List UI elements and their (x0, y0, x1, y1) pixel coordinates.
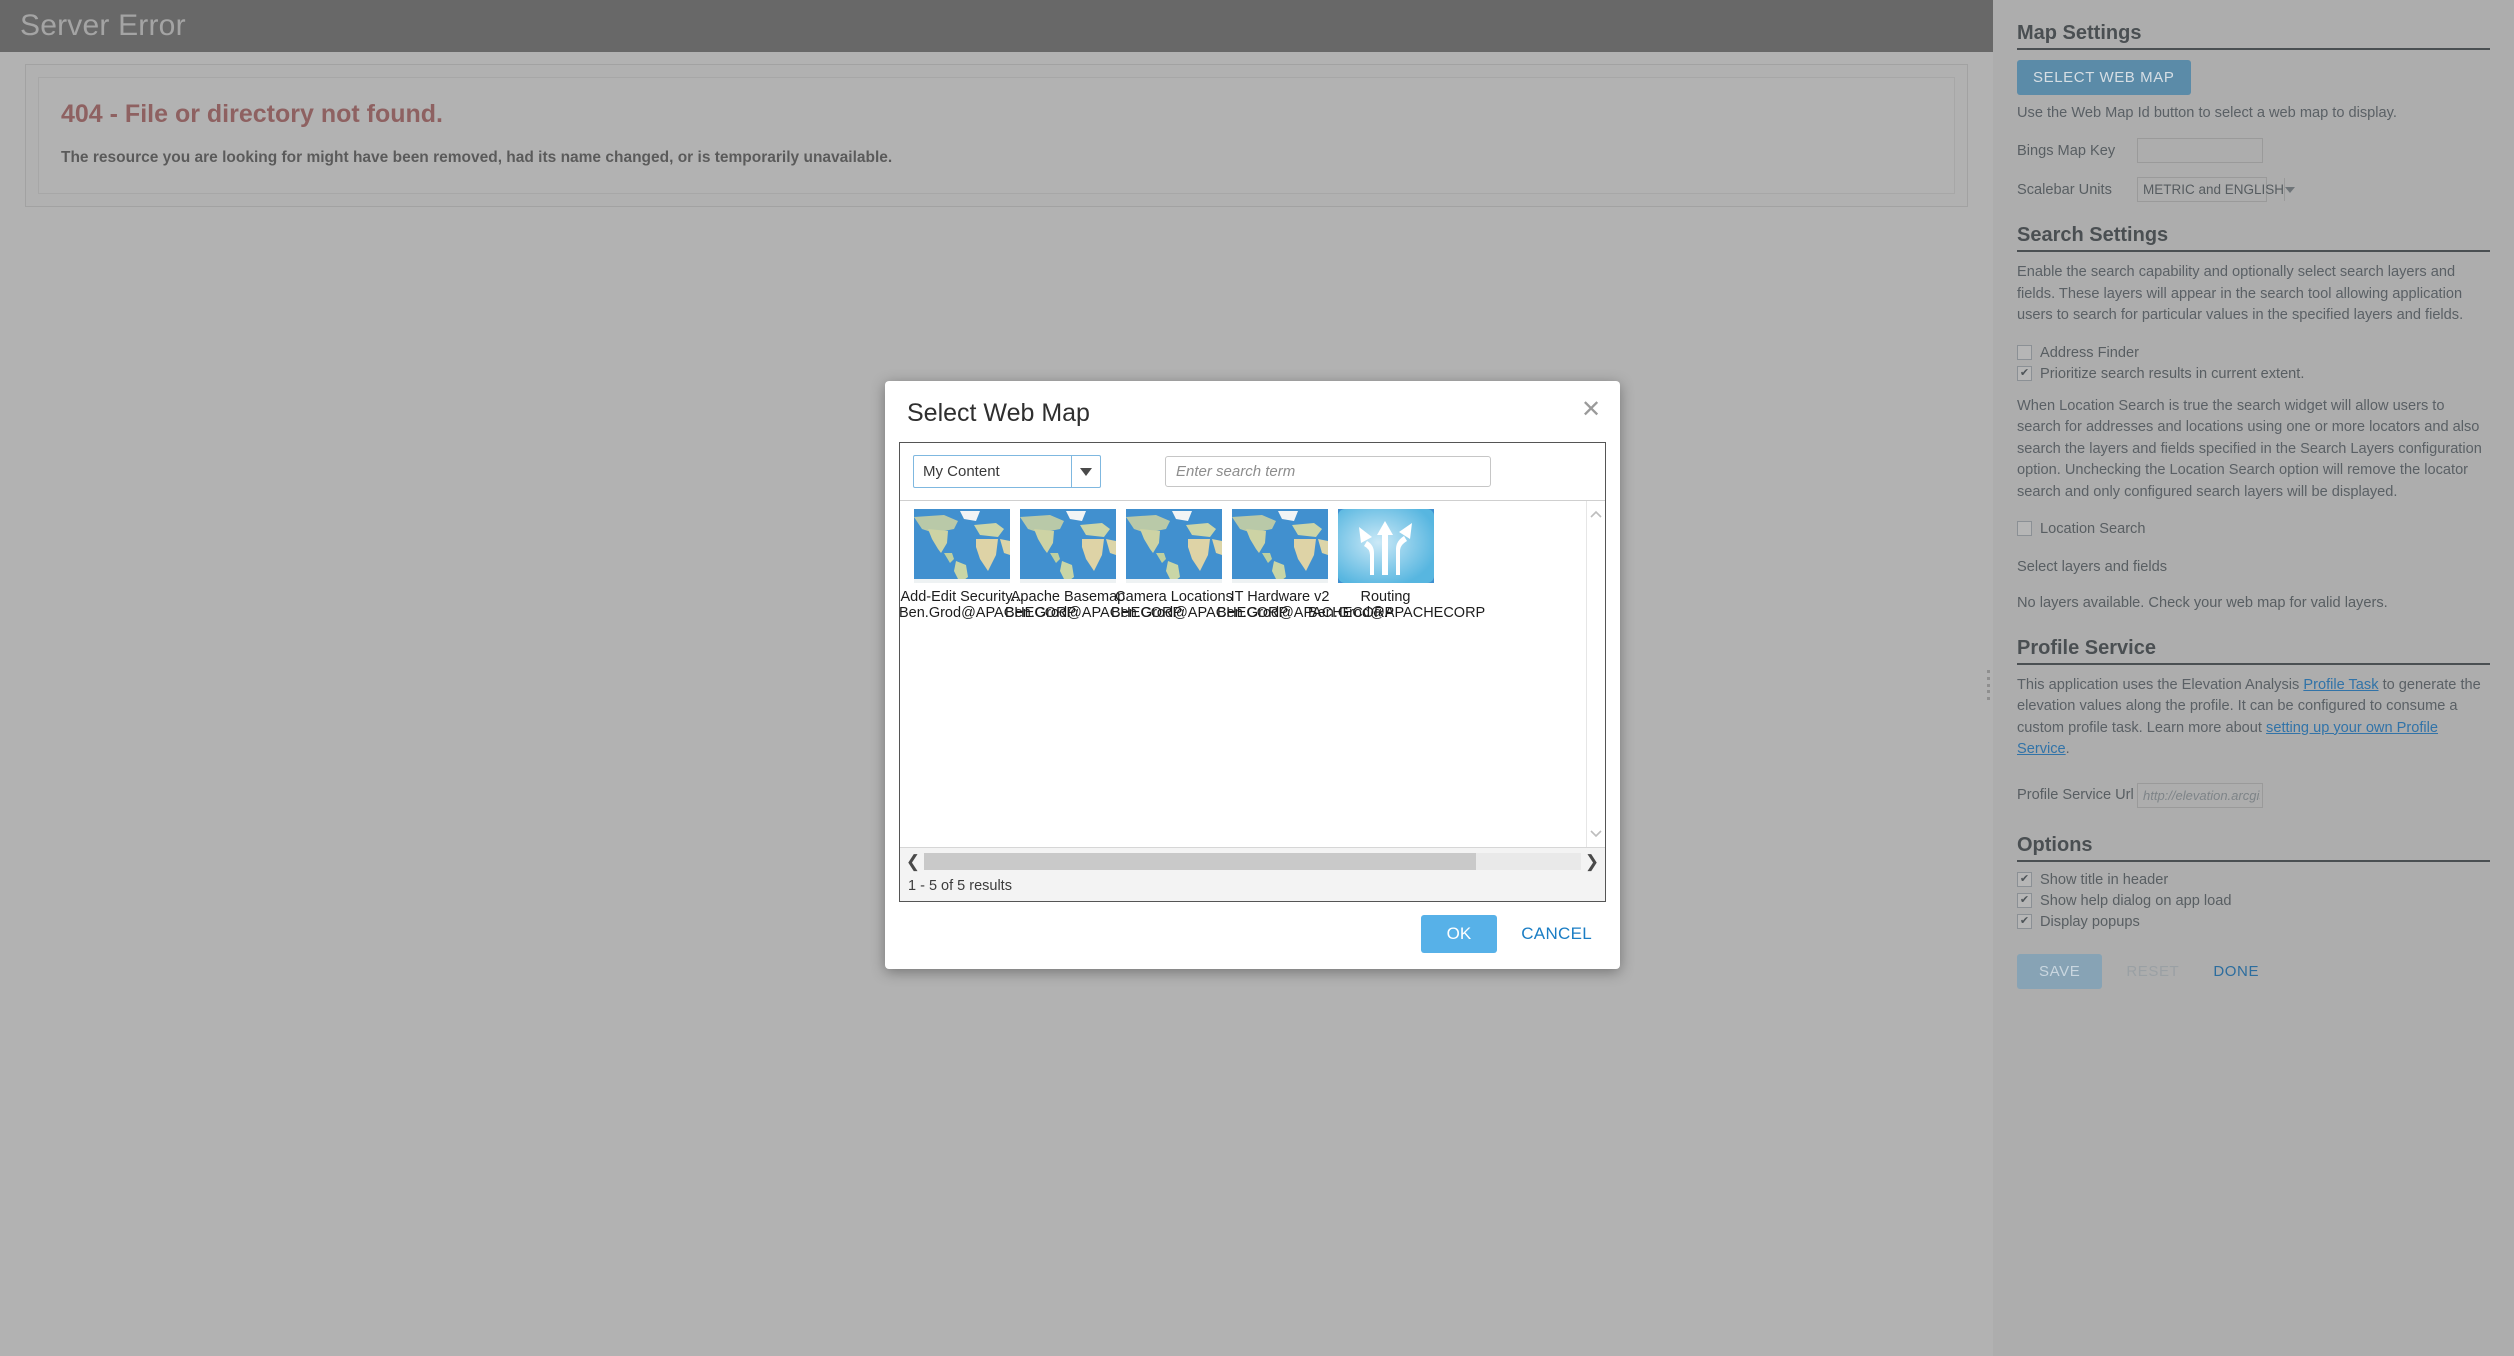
ok-button[interactable]: OK (1421, 915, 1498, 953)
save-button[interactable]: SAVE (2017, 954, 2102, 989)
scalebar-units-row: Scalebar Units METRIC and ENGLISH (2017, 177, 2490, 202)
scroll-right-icon[interactable]: ❯ (1581, 853, 1603, 870)
list-item-title: Routing (1308, 589, 1463, 605)
results-horizontal-scrollbar[interactable]: ❮ ❯ (900, 847, 1605, 874)
scalebar-units-label: Scalebar Units (2017, 182, 2137, 198)
search-input[interactable] (1165, 456, 1491, 487)
address-finder-checkbox[interactable]: Address Finder (2017, 345, 2490, 361)
world-map-thumbnail (914, 509, 1010, 583)
prioritize-extent-checkbox[interactable]: Prioritize search results in current ext… (2017, 366, 2490, 382)
chevron-down-icon (1590, 827, 1602, 839)
bings-map-key-row: Bings Map Key (2017, 138, 2490, 163)
sidebar-resize-handle[interactable] (1984, 670, 1992, 700)
location-search-label: Location Search (2040, 521, 2145, 537)
checkbox-icon (2017, 345, 2032, 360)
scalebar-units-value: METRIC and ENGLISH (2138, 182, 2284, 197)
checkbox-icon (2017, 521, 2032, 536)
result-count-label: 1 - 5 of 5 results (900, 874, 1605, 901)
chevron-up-icon (1590, 509, 1602, 521)
dialog-footer: OK CANCEL (885, 902, 1620, 969)
done-button[interactable]: DONE (2207, 962, 2265, 981)
content-scope-select[interactable]: My Content (913, 455, 1101, 488)
profile-text-3: . (2066, 741, 2070, 757)
checkbox-checked-icon (2017, 893, 2032, 908)
profile-text-1: This application uses the Elevation Anal… (2017, 677, 2303, 693)
chevron-down-icon[interactable] (1071, 456, 1100, 487)
bings-map-key-input[interactable] (2137, 138, 2263, 163)
settings-sidebar: Map Settings SELECT WEB MAP Use the Web … (1993, 0, 2514, 1356)
profile-task-link[interactable]: Profile Task (2303, 677, 2378, 693)
map-settings-help-text: Use the Web Map Id button to select a we… (2017, 103, 2490, 124)
display-popups-checkbox[interactable]: Display popups (2017, 914, 2490, 930)
bings-map-key-label: Bings Map Key (2017, 143, 2137, 159)
display-popups-label: Display popups (2040, 914, 2140, 930)
routing-arrows-icon (1338, 509, 1434, 583)
select-web-map-dialog: Select Web Map ✕ My Content (885, 381, 1620, 969)
list-item-owner: Ben.Grod@APACHECORP (1308, 605, 1463, 621)
prioritize-extent-label: Prioritize search results in current ext… (2040, 366, 2304, 382)
results-grid: Add-Edit Security... Ben.Grod@APACHECORP (900, 501, 1580, 641)
world-map-thumbnail (1020, 509, 1116, 583)
sidebar-actions: SAVE RESET DONE (2017, 954, 2490, 989)
checkbox-checked-icon (2017, 914, 2032, 929)
list-item[interactable]: Routing Ben.Grod@APACHECORP (1338, 509, 1444, 621)
search-settings-heading: Search Settings (2017, 224, 2490, 252)
checkbox-checked-icon (2017, 872, 2032, 887)
world-map-thumbnail (1232, 509, 1328, 583)
location-search-checkbox[interactable]: Location Search (2017, 521, 2490, 537)
no-layers-message: No layers available. Check your web map … (2017, 595, 2490, 611)
checkbox-checked-icon (2017, 366, 2032, 381)
results-area: Add-Edit Security... Ben.Grod@APACHECORP (900, 500, 1605, 847)
world-map-thumbnail (1126, 509, 1222, 583)
close-icon[interactable]: ✕ (1578, 397, 1604, 423)
dialog-header: Select Web Map ✕ (885, 381, 1620, 438)
profile-service-url-input[interactable] (2137, 783, 2263, 808)
profile-service-description: This application uses the Elevation Anal… (2017, 675, 2490, 761)
search-settings-intro: Enable the search capability and optiona… (2017, 262, 2490, 326)
location-search-note: When Location Search is true the search … (2017, 396, 2490, 503)
select-layers-label[interactable]: Select layers and fields (2017, 559, 2490, 575)
options-heading: Options (2017, 834, 2490, 862)
show-title-in-header-label: Show title in header (2040, 872, 2168, 888)
chevron-down-icon[interactable] (2284, 178, 2295, 201)
address-finder-label: Address Finder (2040, 345, 2139, 361)
profile-service-heading: Profile Service (2017, 637, 2490, 665)
cancel-button[interactable]: CANCEL (1515, 923, 1598, 945)
show-help-dialog-label: Show help dialog on app load (2040, 893, 2232, 909)
hscroll-thumb[interactable] (924, 853, 1476, 870)
map-settings-heading: Map Settings (2017, 22, 2490, 50)
results-vertical-scrollbar[interactable] (1586, 501, 1605, 847)
profile-service-url-row: Profile Service Url (2017, 783, 2490, 808)
profile-service-url-label: Profile Service Url (2017, 787, 2137, 803)
dialog-title: Select Web Map (907, 399, 1090, 427)
scalebar-units-select[interactable]: METRIC and ENGLISH (2137, 177, 2267, 202)
scroll-left-icon[interactable]: ❮ (902, 853, 924, 870)
dialog-body: My Content (899, 442, 1606, 902)
show-title-in-header-checkbox[interactable]: Show title in header (2017, 872, 2490, 888)
hscroll-track[interactable] (924, 853, 1581, 870)
reset-button[interactable]: RESET (2120, 962, 2185, 981)
select-web-map-button[interactable]: SELECT WEB MAP (2017, 60, 2191, 95)
show-help-dialog-checkbox[interactable]: Show help dialog on app load (2017, 893, 2490, 909)
filter-row: My Content (900, 443, 1605, 500)
content-scope-value: My Content (914, 463, 1071, 480)
